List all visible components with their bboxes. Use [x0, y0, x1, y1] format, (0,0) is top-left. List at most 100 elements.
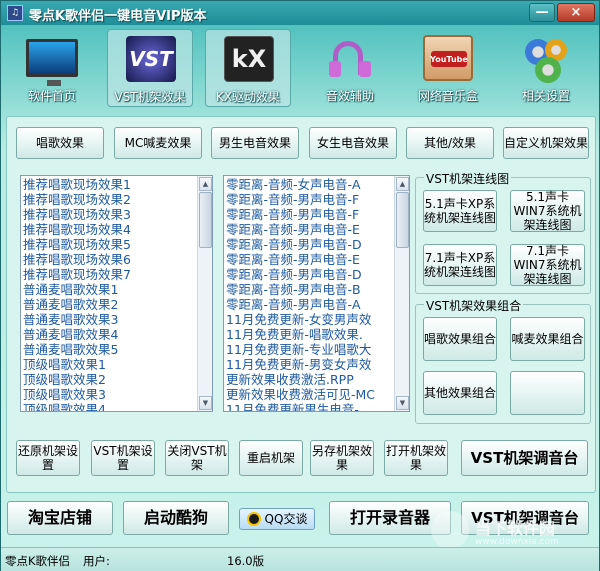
nav-label: 音效辅助 — [325, 89, 374, 103]
main-window: ♫ 零点K歌伴侣一键电音VIP版本 — × 软件首页 VST VST机架效果 k… — [0, 0, 600, 571]
nav-item-audio-assist[interactable]: 音效辅助 — [307, 29, 393, 107]
list-item[interactable]: 11月免费更新-女变男声效 — [226, 312, 393, 327]
status-version: 16.0版 — [227, 554, 265, 568]
kx-logo-icon: kX — [224, 36, 274, 82]
app-logo-icon: ♫ — [7, 5, 23, 21]
list-item[interactable]: 零距离-音频-女声电音-A — [226, 177, 393, 192]
nav-label: 网络音乐盒 — [417, 89, 478, 103]
watermark-logo-icon — [431, 511, 469, 549]
list-item[interactable]: 顶级唱歌效果4 — [23, 402, 196, 411]
wiring-51-xp-button[interactable]: 5.1声卡XP系统机架连线图 — [423, 190, 497, 232]
tab-singing[interactable]: 唱歌效果 — [16, 127, 104, 159]
tab-other[interactable]: 其他/效果 — [406, 127, 494, 159]
gears-icon — [521, 35, 571, 83]
status-user-label: 用户: — [83, 554, 110, 568]
watermark-title: 当下软件园 — [475, 519, 556, 538]
qq-chat-button[interactable]: QQ交谈 — [239, 508, 315, 530]
start-kugou-button[interactable]: 启动酷狗 — [123, 501, 229, 535]
nav-item-home[interactable]: 软件首页 — [9, 29, 95, 107]
qq-chat-label: QQ交谈 — [264, 512, 308, 526]
wiring-71-win7-button[interactable]: 7.1声卡WIN7系统机架连线图 — [510, 244, 585, 286]
title-bar: ♫ 零点K歌伴侣一键电音VIP版本 — × — [1, 1, 599, 25]
close-vst-rack-button[interactable]: 关闭VST机架 — [165, 440, 229, 476]
nav-label: KX驱动效果 — [215, 90, 281, 104]
minimize-button[interactable]: — — [529, 3, 555, 22]
vst-wiring-group: VST机架连线图 5.1声卡XP系统机架连线图 5.1声卡WIN7系统机架连线图… — [415, 170, 591, 294]
qq-penguin-icon — [246, 512, 261, 526]
combo-mc-button[interactable]: 喊麦效果组合 — [510, 317, 585, 361]
electro-preset-list[interactable]: 零距离-音频-女声电音-A 零距离-音频-男声电音-F 零距离-音频-男声电音-F 零… — [223, 175, 410, 412]
scroll-up-icon[interactable]: ▲ — [396, 177, 409, 191]
close-button[interactable]: × — [557, 3, 595, 22]
list-item[interactable]: 推荐唱歌现场效果4 — [23, 222, 196, 237]
nav-label: 软件首页 — [27, 89, 76, 103]
save-rack-effect-button[interactable]: 另存机架效果 — [310, 440, 374, 476]
list-item[interactable]: 推荐唱歌现场效果2 — [23, 192, 196, 207]
scroll-down-icon[interactable]: ▼ — [396, 396, 409, 410]
combo-empty-button[interactable] — [510, 371, 585, 415]
list-item[interactable]: 11月免费更新男生电音- — [226, 402, 393, 411]
list-item[interactable]: 零距离-音频-男声电音-D — [226, 237, 393, 252]
list-item[interactable]: 普通麦唱歌效果5 — [23, 342, 196, 357]
list-item[interactable]: 更新效果收费激活.RPP — [226, 372, 393, 387]
music-box-icon: YouTube — [423, 35, 473, 81]
nav-item-music-box[interactable]: YouTube 网络音乐盒 — [405, 29, 491, 107]
list-item[interactable]: 推荐唱歌现场效果6 — [23, 252, 196, 267]
restart-rack-button[interactable]: 重启机架 — [239, 440, 303, 476]
list-item[interactable]: 推荐唱歌现场效果3 — [23, 207, 196, 222]
scroll-thumb[interactable] — [199, 192, 212, 248]
tab-female-electro[interactable]: 女生电音效果 — [309, 127, 397, 159]
combo-singing-button[interactable]: 唱歌效果组合 — [423, 317, 497, 361]
list-item[interactable]: 零距离-音频-男声电音-F — [226, 207, 393, 222]
list-item[interactable]: 零距离-音频-男声电音-B — [226, 282, 393, 297]
taobao-store-button[interactable]: 淘宝店铺 — [7, 501, 113, 535]
list-item[interactable]: 更新效果收费激活可见-MC — [226, 387, 393, 402]
list-item[interactable]: 顶级唱歌效果1 — [23, 357, 196, 372]
list-item[interactable]: 零距离-音频-男声电音-A — [226, 297, 393, 312]
tab-mc[interactable]: MC喊麦效果 — [114, 127, 202, 159]
list-item[interactable]: 零距离-音频-男声电音-E — [226, 222, 393, 237]
list-item[interactable]: 顶级唱歌效果3 — [23, 387, 196, 402]
list-item[interactable]: 推荐唱歌现场效果1 — [23, 177, 196, 192]
tab-male-electro[interactable]: 男生电音效果 — [211, 127, 299, 159]
list-item[interactable]: 零距离-音频-男声电音-D — [226, 267, 393, 282]
wiring-71-xp-button[interactable]: 7.1声卡XP系统机架连线图 — [423, 244, 497, 286]
nav-label: VST机架效果 — [114, 90, 186, 104]
nav-item-kx[interactable]: kX KX驱动效果 — [205, 29, 291, 107]
vst-rack-settings-button[interactable]: VST机架设置 — [91, 440, 155, 476]
scrollbar[interactable]: ▲ ▼ — [394, 176, 409, 411]
headphones-icon — [325, 35, 375, 81]
singing-preset-list[interactable]: 推荐唱歌现场效果1 推荐唱歌现场效果2 推荐唱歌现场效果3 推荐唱歌现场效果4 推荐唱歌… — [20, 175, 213, 412]
list-item[interactable]: 11月免费更新-唱歌效果. — [226, 327, 393, 342]
open-rack-effect-button[interactable]: 打开机架效果 — [384, 440, 448, 476]
vst-mixer-button[interactable]: VST机架调音台 — [461, 440, 588, 476]
list-item[interactable]: 普通麦唱歌效果4 — [23, 327, 196, 342]
tab-custom[interactable]: 自定义机架效果 — [503, 127, 589, 159]
restore-rack-button[interactable]: 还原机架设置 — [16, 440, 80, 476]
list-item[interactable]: 普通麦唱歌效果3 — [23, 312, 196, 327]
scrollbar[interactable]: ▲ ▼ — [197, 176, 212, 411]
list-item[interactable]: 顶级唱歌效果2 — [23, 372, 196, 387]
list-item[interactable]: 普通麦唱歌效果1 — [23, 282, 196, 297]
combo-other-button[interactable]: 其他效果组合 — [423, 371, 497, 415]
wiring-51-win7-button[interactable]: 5.1声卡WIN7系统机架连线图 — [510, 190, 585, 232]
youtube-label: YouTube — [430, 51, 468, 67]
scroll-thumb[interactable] — [396, 192, 409, 248]
list-item[interactable]: 零距离-音频-男声电音-F — [226, 192, 393, 207]
list-item[interactable]: 零距离-音频-男声电音-E — [226, 252, 393, 267]
list-item[interactable]: 推荐唱歌现场效果5 — [23, 237, 196, 252]
status-app-name: 零点K歌伴侣 — [5, 554, 71, 568]
nav-item-vst[interactable]: VST VST机架效果 — [107, 29, 193, 107]
scroll-down-icon[interactable]: ▼ — [199, 396, 212, 410]
list-item[interactable]: 推荐唱歌现场效果7 — [23, 267, 196, 282]
list-item[interactable]: 11月免费更新-专业唱歌大 — [226, 342, 393, 357]
nav-label: 相关设置 — [521, 89, 570, 103]
monitor-icon — [26, 39, 78, 86]
list-item[interactable]: 普通麦唱歌效果2 — [23, 297, 196, 312]
list-item[interactable]: 11月免费更新-男变女声效 — [226, 357, 393, 372]
watermark-url: www.downxia.com — [475, 537, 559, 547]
group-label: VST机架连线图 — [424, 170, 512, 187]
nav-item-settings[interactable]: 相关设置 — [503, 29, 589, 107]
window-title: 零点K歌伴侣一键电音VIP版本 — [29, 9, 207, 24]
scroll-up-icon[interactable]: ▲ — [199, 177, 212, 191]
